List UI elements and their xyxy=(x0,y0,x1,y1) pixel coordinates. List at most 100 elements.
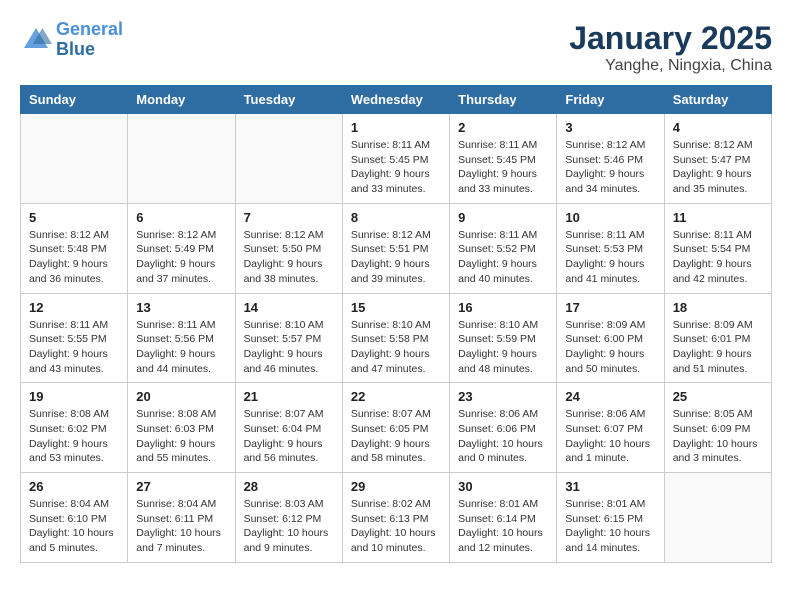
calendar-cell: 17 Sunrise: 8:09 AM Sunset: 6:00 PM Dayli… xyxy=(557,293,664,383)
logo: GeneralBlue xyxy=(20,20,123,60)
cell-info: Sunrise: 8:12 AM Sunset: 5:46 PM Dayligh… xyxy=(565,138,655,197)
day-number: 22 xyxy=(351,389,441,404)
cell-info: Sunrise: 8:10 AM Sunset: 5:57 PM Dayligh… xyxy=(244,318,334,377)
cell-info: Sunrise: 8:04 AM Sunset: 6:11 PM Dayligh… xyxy=(136,497,226,556)
month-title: January 2025 xyxy=(569,20,772,57)
calendar-cell: 23 Sunrise: 8:06 AM Sunset: 6:06 PM Dayli… xyxy=(450,383,557,473)
day-number: 7 xyxy=(244,210,334,225)
day-number: 2 xyxy=(458,120,548,135)
weekday-header-sunday: Sunday xyxy=(21,86,128,114)
day-number: 13 xyxy=(136,300,226,315)
cell-info: Sunrise: 8:01 AM Sunset: 6:15 PM Dayligh… xyxy=(565,497,655,556)
calendar-cell: 8 Sunrise: 8:12 AM Sunset: 5:51 PM Daylig… xyxy=(342,203,449,293)
logo-text: GeneralBlue xyxy=(56,20,123,60)
cell-info: Sunrise: 8:05 AM Sunset: 6:09 PM Dayligh… xyxy=(673,407,763,466)
cell-info: Sunrise: 8:12 AM Sunset: 5:47 PM Dayligh… xyxy=(673,138,763,197)
calendar-cell: 27 Sunrise: 8:04 AM Sunset: 6:11 PM Dayli… xyxy=(128,473,235,563)
calendar-cell: 29Sunrise: 8:02 AM Sunset: 6:13 PM Dayli… xyxy=(342,473,449,563)
day-number: 9 xyxy=(458,210,548,225)
calendar-cell: 24Sunrise: 8:06 AM Sunset: 6:07 PM Dayli… xyxy=(557,383,664,473)
cell-info: Sunrise: 8:12 AM Sunset: 5:50 PM Dayligh… xyxy=(244,228,334,287)
cell-info: Sunrise: 8:07 AM Sunset: 6:05 PM Dayligh… xyxy=(351,407,441,466)
day-number: 12 xyxy=(29,300,119,315)
day-number: 20 xyxy=(136,389,226,404)
day-number: 1 xyxy=(351,120,441,135)
weekday-header-monday: Monday xyxy=(128,86,235,114)
cell-info: Sunrise: 8:09 AM Sunset: 6:01 PM Dayligh… xyxy=(673,318,763,377)
calendar-cell: 30Sunrise: 8:01 AM Sunset: 6:14 PM Dayli… xyxy=(450,473,557,563)
day-number: 14 xyxy=(244,300,334,315)
cell-info: Sunrise: 8:04 AM Sunset: 6:10 PM Dayligh… xyxy=(29,497,119,556)
day-number: 26 xyxy=(29,479,119,494)
calendar-cell: 1Sunrise: 8:11 AM Sunset: 5:45 PM Daylig… xyxy=(342,114,449,204)
day-number: 3 xyxy=(565,120,655,135)
calendar-cell: 15Sunrise: 8:10 AM Sunset: 5:58 PM Dayli… xyxy=(342,293,449,383)
cell-info: Sunrise: 8:01 AM Sunset: 6:14 PM Dayligh… xyxy=(458,497,548,556)
weekday-header-friday: Friday xyxy=(557,86,664,114)
cell-info: Sunrise: 8:09 AM Sunset: 6:00 PM Dayligh… xyxy=(565,318,655,377)
calendar-cell: 2 Sunrise: 8:11 AM Sunset: 5:45 PM Daylig… xyxy=(450,114,557,204)
calendar-cell: 18 Sunrise: 8:09 AM Sunset: 6:01 PM Dayli… xyxy=(664,293,771,383)
day-number: 16 xyxy=(458,300,548,315)
calendar-cell: 7 Sunrise: 8:12 AM Sunset: 5:50 PM Daylig… xyxy=(235,203,342,293)
cell-info: Sunrise: 8:08 AM Sunset: 6:02 PM Dayligh… xyxy=(29,407,119,466)
day-number: 8 xyxy=(351,210,441,225)
day-number: 6 xyxy=(136,210,226,225)
calendar-cell: 22 Sunrise: 8:07 AM Sunset: 6:05 PM Dayli… xyxy=(342,383,449,473)
day-number: 4 xyxy=(673,120,763,135)
day-number: 23 xyxy=(458,389,548,404)
cell-info: Sunrise: 8:11 AM Sunset: 5:54 PM Dayligh… xyxy=(673,228,763,287)
day-number: 17 xyxy=(565,300,655,315)
calendar-cell: 20Sunrise: 8:08 AM Sunset: 6:03 PM Dayli… xyxy=(128,383,235,473)
weekday-header-saturday: Saturday xyxy=(664,86,771,114)
header: GeneralBlue January 2025 Yanghe, Ningxia… xyxy=(20,20,772,75)
weekday-header-tuesday: Tuesday xyxy=(235,86,342,114)
calendar-cell: 11 Sunrise: 8:11 AM Sunset: 5:54 PM Dayli… xyxy=(664,203,771,293)
week-row-5: 26 Sunrise: 8:04 AM Sunset: 6:10 PM Dayli… xyxy=(21,473,772,563)
calendar-cell xyxy=(235,114,342,204)
calendar-cell: 19 Sunrise: 8:08 AM Sunset: 6:02 PM Dayli… xyxy=(21,383,128,473)
calendar-cell: 14 Sunrise: 8:10 AM Sunset: 5:57 PM Dayli… xyxy=(235,293,342,383)
day-number: 19 xyxy=(29,389,119,404)
title-block: January 2025 Yanghe, Ningxia, China xyxy=(569,20,772,75)
day-number: 29 xyxy=(351,479,441,494)
day-number: 21 xyxy=(244,389,334,404)
cell-info: Sunrise: 8:07 AM Sunset: 6:04 PM Dayligh… xyxy=(244,407,334,466)
cell-info: Sunrise: 8:03 AM Sunset: 6:12 PM Dayligh… xyxy=(244,497,334,556)
weekday-header-wednesday: Wednesday xyxy=(342,86,449,114)
calendar-cell: 12 Sunrise: 8:11 AM Sunset: 5:55 PM Dayli… xyxy=(21,293,128,383)
calendar-cell: 3 Sunrise: 8:12 AM Sunset: 5:46 PM Daylig… xyxy=(557,114,664,204)
cell-info: Sunrise: 8:11 AM Sunset: 5:45 PM Dayligh… xyxy=(458,138,548,197)
calendar-cell xyxy=(664,473,771,563)
cell-info: Sunrise: 8:10 AM Sunset: 5:58 PM Dayligh… xyxy=(351,318,441,377)
day-number: 11 xyxy=(673,210,763,225)
cell-info: Sunrise: 8:11 AM Sunset: 5:56 PM Dayligh… xyxy=(136,318,226,377)
day-number: 28 xyxy=(244,479,334,494)
location-title: Yanghe, Ningxia, China xyxy=(569,57,772,75)
calendar-cell xyxy=(128,114,235,204)
day-number: 27 xyxy=(136,479,226,494)
cell-info: Sunrise: 8:10 AM Sunset: 5:59 PM Dayligh… xyxy=(458,318,548,377)
calendar-cell: 9 Sunrise: 8:11 AM Sunset: 5:52 PM Daylig… xyxy=(450,203,557,293)
cell-info: Sunrise: 8:11 AM Sunset: 5:55 PM Dayligh… xyxy=(29,318,119,377)
calendar-table: SundayMondayTuesdayWednesdayThursdayFrid… xyxy=(20,85,772,563)
cell-info: Sunrise: 8:12 AM Sunset: 5:48 PM Dayligh… xyxy=(29,228,119,287)
calendar-cell xyxy=(21,114,128,204)
day-number: 25 xyxy=(673,389,763,404)
cell-info: Sunrise: 8:12 AM Sunset: 5:49 PM Dayligh… xyxy=(136,228,226,287)
calendar-cell: 6 Sunrise: 8:12 AM Sunset: 5:49 PM Daylig… xyxy=(128,203,235,293)
logo-icon xyxy=(20,24,52,56)
calendar-cell: 28 Sunrise: 8:03 AM Sunset: 6:12 PM Dayli… xyxy=(235,473,342,563)
cell-info: Sunrise: 8:06 AM Sunset: 6:06 PM Dayligh… xyxy=(458,407,548,466)
calendar-cell: 10Sunrise: 8:11 AM Sunset: 5:53 PM Dayli… xyxy=(557,203,664,293)
day-number: 24 xyxy=(565,389,655,404)
calendar-cell: 5 Sunrise: 8:12 AM Sunset: 5:48 PM Daylig… xyxy=(21,203,128,293)
cell-info: Sunrise: 8:11 AM Sunset: 5:52 PM Dayligh… xyxy=(458,228,548,287)
calendar-cell: 13 Sunrise: 8:11 AM Sunset: 5:56 PM Dayli… xyxy=(128,293,235,383)
day-number: 5 xyxy=(29,210,119,225)
calendar-cell: 4 Sunrise: 8:12 AM Sunset: 5:47 PM Daylig… xyxy=(664,114,771,204)
calendar-cell: 16 Sunrise: 8:10 AM Sunset: 5:59 PM Dayli… xyxy=(450,293,557,383)
week-row-3: 12 Sunrise: 8:11 AM Sunset: 5:55 PM Dayli… xyxy=(21,293,772,383)
cell-info: Sunrise: 8:12 AM Sunset: 5:51 PM Dayligh… xyxy=(351,228,441,287)
day-number: 18 xyxy=(673,300,763,315)
